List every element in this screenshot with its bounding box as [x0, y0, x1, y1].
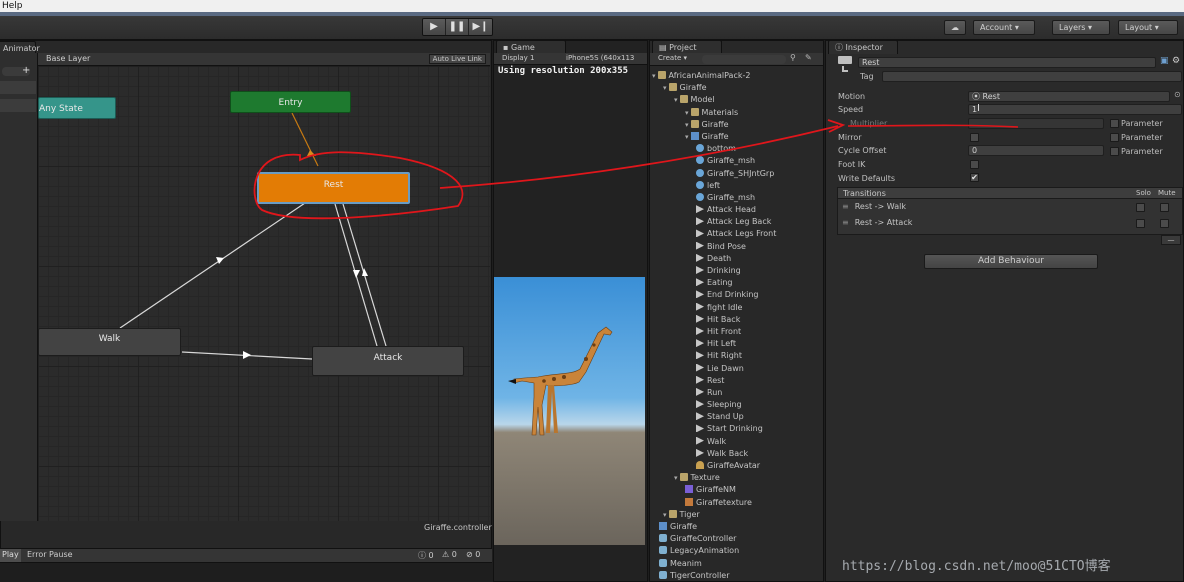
annotation-underline	[847, 124, 1019, 128]
text-cursor-icon: I	[977, 103, 980, 114]
annotation-circle-rest	[253, 151, 464, 220]
annotation-arrow-line	[439, 125, 839, 189]
watermark: https://blog.csdn.net/moo@51CTO博客	[842, 559, 1111, 574]
red-annotation	[253, 119, 1019, 220]
